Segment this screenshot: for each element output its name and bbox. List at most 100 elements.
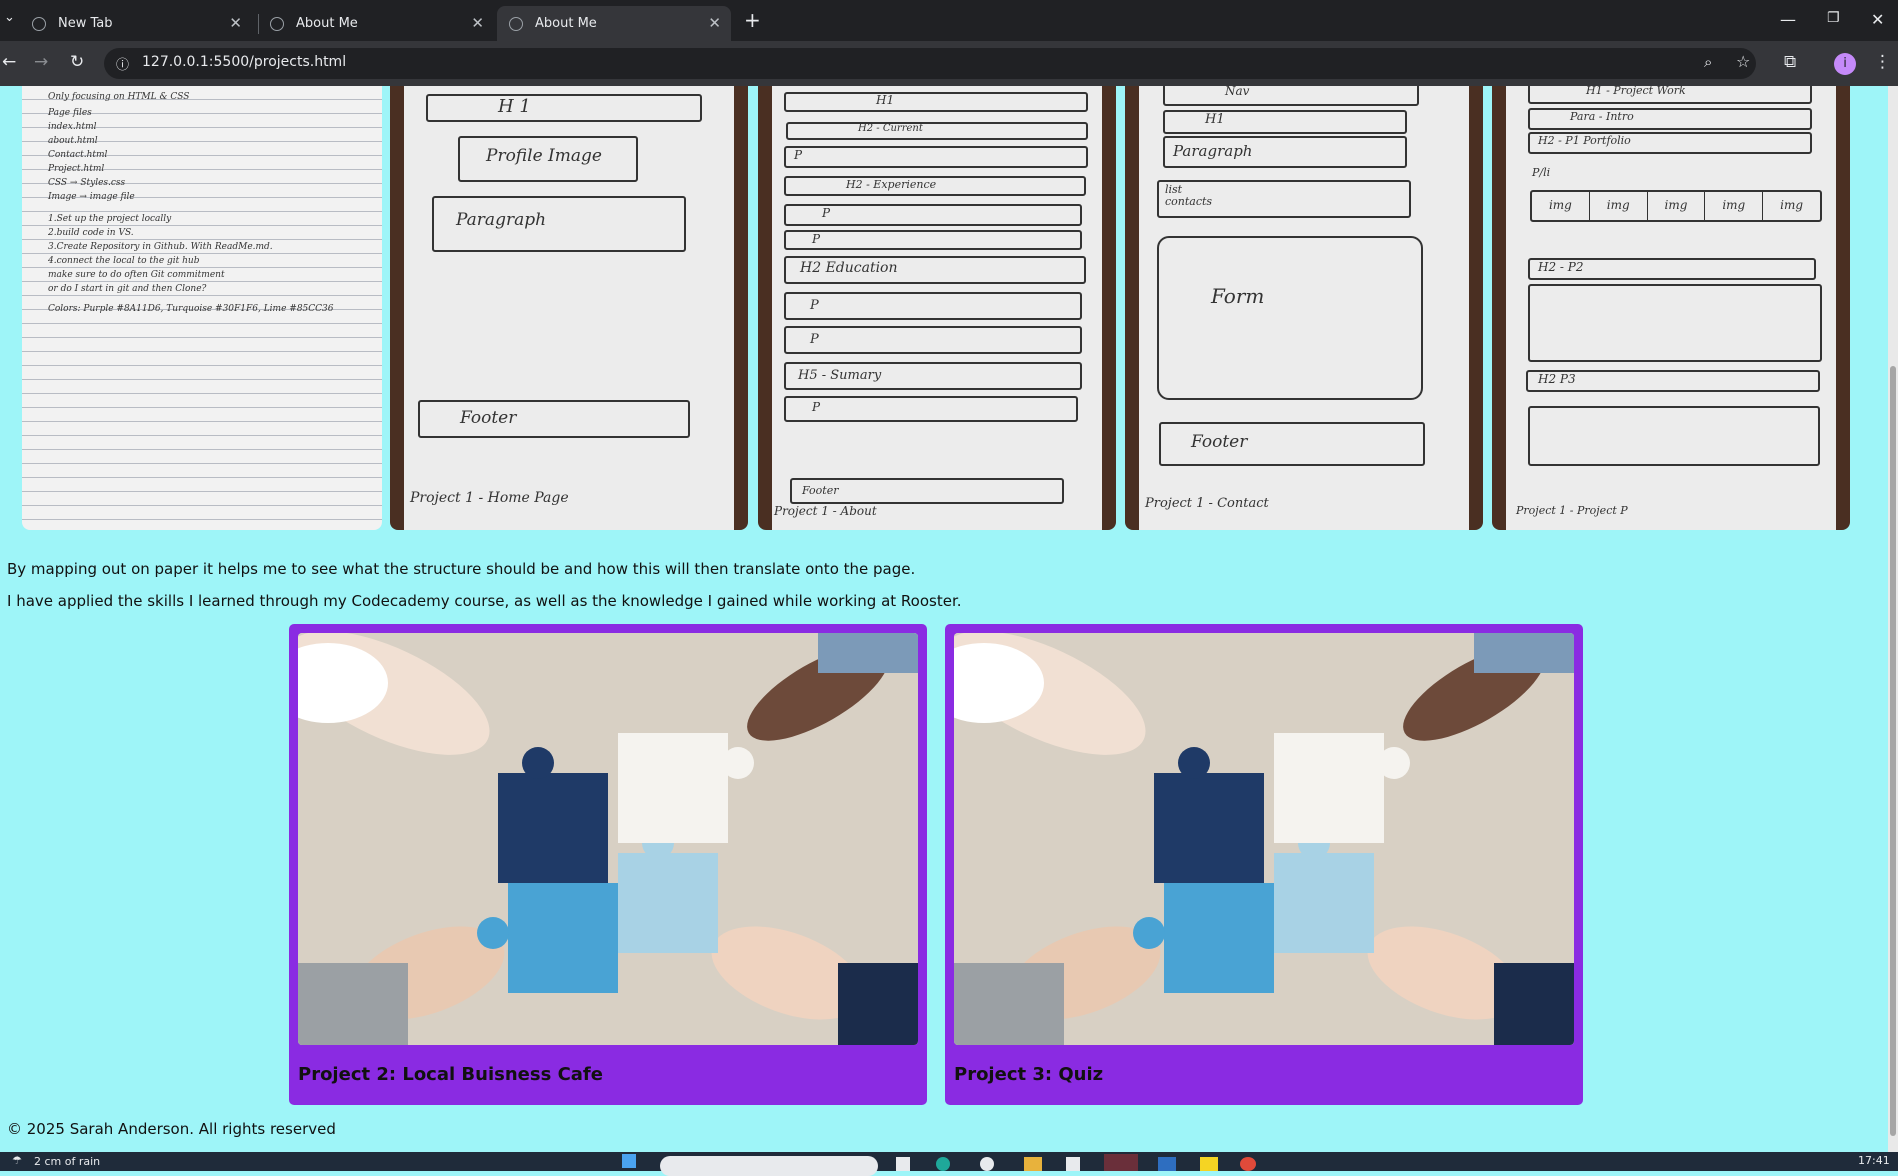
mail-icon[interactable] <box>1158 1157 1176 1171</box>
note-line: make sure to do often Git commitment <box>48 270 225 280</box>
reload-icon[interactable]: ↻ <box>70 52 84 72</box>
sketch-label: P/li <box>1532 166 1551 179</box>
intro-paragraph-1: By mapping out on paper it helps me to s… <box>7 560 916 578</box>
note-line: 2.build code in VS. <box>48 228 134 238</box>
sketch-label: list contacts <box>1165 183 1213 208</box>
taskbar-search[interactable] <box>660 1156 878 1176</box>
sketch-label: P <box>794 148 803 162</box>
os-taskbar: ☂ 2 cm of rain 17:41 <box>0 1152 1898 1176</box>
chrome-taskbar-icon[interactable] <box>1240 1157 1256 1171</box>
tab-strip: ⌄ New Tab ✕ About Me ✕ About Me ✕ + — ❐ … <box>0 0 1898 41</box>
close-icon[interactable]: ✕ <box>471 14 484 32</box>
windows-start-icon[interactable] <box>622 1154 636 1168</box>
sketch-label: P <box>812 232 821 246</box>
page-scrollbar[interactable] <box>1888 86 1898 1152</box>
sketch-label: Para - Intro <box>1570 110 1634 123</box>
tab-about-me[interactable]: About Me ✕ <box>258 6 494 41</box>
sketch-paper: H1 - Project Work Para - Intro H2 - P1 P… <box>1506 86 1836 530</box>
sketch-box: H2 - P2 <box>1528 258 1816 280</box>
sketch-box: H2 - P1 Portfolio <box>1528 132 1812 154</box>
note-line: Page files <box>48 108 92 118</box>
restore-button[interactable]: ❐ <box>1827 10 1840 26</box>
sketch-box: Form <box>1157 236 1423 400</box>
globe-icon <box>270 16 284 31</box>
sticky-notes-icon[interactable] <box>1200 1157 1218 1171</box>
clock[interactable]: 17:41 <box>1858 1154 1890 1167</box>
sketch-box: H 1 <box>426 94 702 122</box>
bookmark-star-icon[interactable]: ☆ <box>1736 52 1750 71</box>
profile-avatar[interactable]: i <box>1834 53 1856 75</box>
sketch-label: Footer <box>802 484 839 497</box>
sketch-about-page-image: H1 H2 - Current P H2 - Experience P P H2… <box>758 86 1116 530</box>
extensions-icon[interactable]: ⧉ <box>1784 52 1796 72</box>
sketch-box: Para - Intro <box>1528 108 1812 130</box>
weather-icon[interactable]: ☂ <box>12 1154 22 1167</box>
folder-icon[interactable] <box>1024 1157 1042 1171</box>
vscode-icon[interactable] <box>1104 1154 1138 1171</box>
tab-label: About Me <box>535 16 597 31</box>
sketch-box: Footer <box>418 400 690 438</box>
url-text[interactable]: 127.0.0.1:5500/projects.html <box>142 54 346 70</box>
sketch-projects-page-image: H1 - Project Work Para - Intro H2 - P1 P… <box>1492 86 1850 530</box>
sketch-label: H2 - Experience <box>846 178 937 191</box>
sketch-box: P <box>784 204 1082 226</box>
tab-label: New Tab <box>58 16 113 31</box>
sketch-box: list contacts <box>1157 180 1411 218</box>
note-line: index.html <box>48 122 97 132</box>
new-tab-button[interactable]: + <box>744 8 761 32</box>
scrollbar-thumb[interactable] <box>1890 366 1896 1136</box>
sketch-label: P <box>812 400 821 414</box>
close-window-button[interactable]: ✕ <box>1871 10 1884 29</box>
sketch-box: Profile Image <box>458 136 638 182</box>
notes-lines: Only focusing on HTML & CSS Page files i… <box>48 90 378 316</box>
sketch-box: H1 <box>1163 110 1407 134</box>
note-line: about.html <box>48 136 98 146</box>
back-icon[interactable]: ← <box>2 52 16 72</box>
zoom-icon[interactable]: ⌕ <box>1704 53 1712 71</box>
tab-search-icon[interactable]: ⌄ <box>4 10 15 25</box>
close-icon[interactable]: ✕ <box>708 14 721 32</box>
sketch-box: P <box>784 292 1082 320</box>
sketch-box: Footer <box>790 478 1064 504</box>
sketch-caption: Project 1 - Contact <box>1145 496 1269 511</box>
minimize-button[interactable]: — <box>1780 10 1796 29</box>
sketch-label: P <box>822 206 831 220</box>
sketch-box: Paragraph <box>1163 136 1407 168</box>
project-card[interactable]: Project 3: Quiz <box>945 624 1583 1105</box>
sketch-label: Footer <box>1191 432 1248 452</box>
sketch-notes-image: Only focusing on HTML & CSS Page files i… <box>22 86 382 530</box>
edge-icon[interactable] <box>936 1157 950 1171</box>
sketch-box <box>1528 406 1820 466</box>
sketch-box: P <box>784 396 1078 422</box>
note-line: 3.Create Repository in Github. With Read… <box>48 242 273 252</box>
sketch-label: H1 <box>1205 112 1225 127</box>
task-view-icon[interactable] <box>896 1157 910 1171</box>
project-card[interactable]: Project 2: Local Buisness Cafe <box>289 624 927 1105</box>
sketch-label: H2 - P2 <box>1538 260 1584 274</box>
site-info-icon[interactable]: ⓘ <box>116 54 129 73</box>
tab-new-tab[interactable]: New Tab ✕ <box>20 6 252 41</box>
address-bar[interactable]: ⓘ 127.0.0.1:5500/projects.html ⌕ ☆ <box>104 48 1756 79</box>
project-title[interactable]: Project 3: Quiz <box>954 1064 1103 1085</box>
note-line: Image → image file <box>48 192 135 202</box>
sketch-label: H1 <box>876 93 895 107</box>
app-icon[interactable] <box>980 1157 994 1171</box>
menu-icon[interactable]: ⋮ <box>1874 52 1891 72</box>
forward-icon[interactable]: → <box>34 52 48 72</box>
sketch-label: H5 - Sumary <box>798 368 882 383</box>
project-title[interactable]: Project 2: Local Buisness Cafe <box>298 1064 603 1085</box>
sketch-label: H1 - Project Work <box>1586 86 1686 97</box>
browser-toolbar: ← → ↻ ⓘ 127.0.0.1:5500/projects.html ⌕ ☆… <box>0 41 1898 86</box>
weather-text[interactable]: 2 cm of rain <box>34 1155 100 1168</box>
sketch-paper: Nav H1 Paragraph list contacts Form Foot… <box>1139 86 1469 530</box>
sketch-paper: H1 H2 - Current P H2 - Experience P P H2… <box>772 86 1102 530</box>
calendar-icon[interactable] <box>1066 1157 1080 1171</box>
tab-about-me-active[interactable]: About Me ✕ <box>497 6 731 41</box>
sketch-label: P <box>810 298 819 313</box>
close-icon[interactable]: ✕ <box>229 14 242 32</box>
note-line: Contact.html <box>48 150 108 160</box>
sketch-label: H2 P3 <box>1538 372 1576 386</box>
sketch-box: P <box>784 146 1088 168</box>
sketch-label: img <box>1590 192 1648 220</box>
sketch-label: H2 - P1 Portfolio <box>1538 134 1631 147</box>
